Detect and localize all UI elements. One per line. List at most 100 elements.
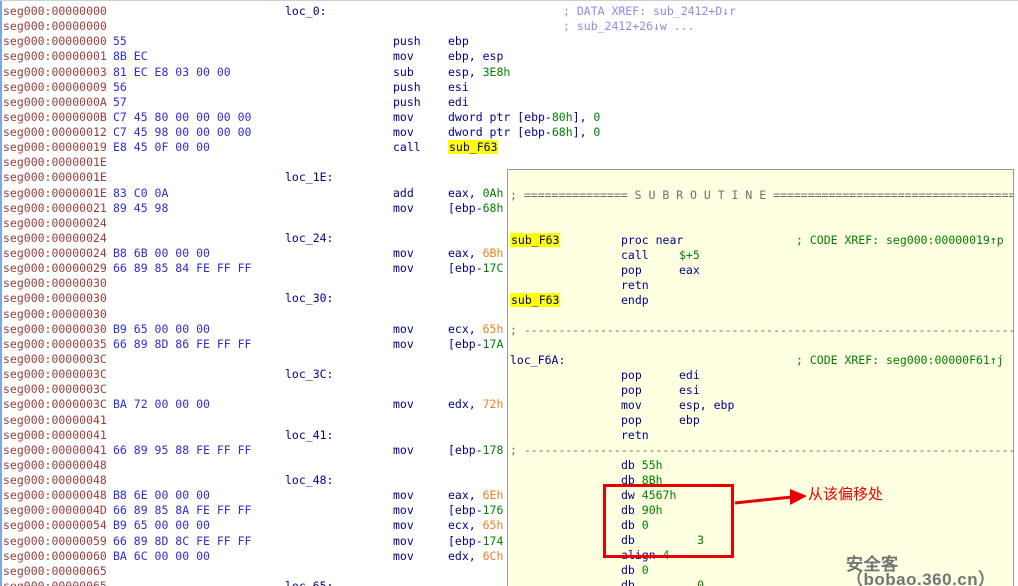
mnemonic: pop <box>621 263 642 278</box>
hint-row[interactable]: popesi <box>508 383 1013 398</box>
hint-row[interactable]: sub_F63proc near; CODE XREF: seg000:0000… <box>508 233 1013 248</box>
listing-row[interactable]: seg000:0000000956pushesi <box>0 80 1018 95</box>
operand-part: edi <box>679 368 700 382</box>
operands: eax, 6Bh <box>448 246 503 261</box>
bytes: BA 6C 00 00 00 <box>113 549 210 564</box>
address: seg000:00000019 <box>3 140 107 155</box>
operands: eax, 6Eh <box>448 488 503 503</box>
operand-part: esi <box>448 80 469 94</box>
hint-row[interactable] <box>508 218 1013 233</box>
address: seg000:00000059 <box>3 534 107 549</box>
operand-part: db <box>621 578 697 586</box>
listing-row[interactable]: seg000:00000012C7 45 98 00 00 00 00movdw… <box>0 125 1018 140</box>
annotation-box <box>603 484 734 558</box>
mnemonic: mov <box>393 337 414 352</box>
hint-row[interactable]: sub_F63endp <box>508 293 1013 308</box>
operand-part: esp, ebp <box>679 398 734 412</box>
operand-part: edx, <box>448 397 483 411</box>
operand-part: ebp <box>448 34 469 48</box>
address: seg000:00000030 <box>3 276 107 291</box>
operand-part: dword ptr [ebp- <box>448 110 552 124</box>
address: seg000:00000041 <box>3 413 107 428</box>
listing-row[interactable]: seg000:0000000055pushebp <box>0 34 1018 49</box>
data-directive: db 0 <box>621 578 704 586</box>
address: seg000:00000054 <box>3 518 107 533</box>
operand-part: 6Ch <box>483 549 504 563</box>
location-label: loc_65: <box>285 579 333 586</box>
address: seg000:0000001E <box>3 186 107 201</box>
hint-row[interactable]: mov esp, ebp <box>508 398 1013 413</box>
mnemonic: mov <box>393 534 414 549</box>
subroutine-label: sub_F63 <box>510 293 560 308</box>
hint-row[interactable]: popedi <box>508 368 1013 383</box>
mnemonic: sub <box>393 65 414 80</box>
operands: esi <box>679 383 700 398</box>
hint-row[interactable]: ; =============== S U B R O U T I N E ==… <box>508 188 1013 203</box>
listing-row[interactable]: seg000:0000001E <box>0 155 1018 170</box>
mnemonic: mov <box>393 518 414 533</box>
address: seg000:00000021 <box>3 201 107 216</box>
listing-row[interactable]: seg000:00000000; sub_2412+26↓w ... <box>0 19 1018 34</box>
operand-part: db <box>621 563 642 577</box>
operand-part: ebp, esp <box>448 49 503 63</box>
address: seg000:00000009 <box>3 80 107 95</box>
hint-row[interactable] <box>508 308 1013 323</box>
location-label: loc_41: <box>285 428 333 443</box>
listing-row[interactable]: seg000:0000000A57pushedi <box>0 95 1018 110</box>
bytes: 8B EC <box>113 49 148 64</box>
listing-row[interactable]: seg000:00000000loc_0:; DATA XREF: sub_24… <box>0 4 1018 19</box>
hint-row[interactable] <box>508 338 1013 353</box>
mnemonic: mov <box>621 398 642 413</box>
operand-part: [ebp- <box>448 261 483 275</box>
watermark: 安全客（bobao.360.cn） <box>846 557 1018 586</box>
hint-row[interactable]: ; --------------------------------------… <box>508 443 1013 458</box>
listing-row[interactable]: seg000:00000019E8 45 0F 00 00callsub_F63 <box>0 140 1018 155</box>
address: seg000:00000000 <box>3 34 107 49</box>
hint-row[interactable]: db 55h <box>508 458 1013 473</box>
operands: $+5 <box>679 248 700 263</box>
operands: esp, 3E8h <box>448 65 510 80</box>
address: seg000:00000012 <box>3 125 107 140</box>
operands: ecx, 65h <box>448 518 503 533</box>
hint-row[interactable]: retn <box>508 428 1013 443</box>
operand-part: ecx, <box>448 518 483 532</box>
hint-row[interactable]: ; --------------------------------------… <box>508 323 1013 338</box>
listing-row[interactable]: seg000:0000000BC7 45 80 00 00 00 00movdw… <box>0 110 1018 125</box>
address: seg000:00000065 <box>3 579 107 586</box>
xref-comment: ; CODE XREF: seg000:00000019↑p <box>796 233 1004 248</box>
data-directive: db 55h <box>621 458 663 473</box>
operand-part: 0 <box>593 125 600 139</box>
hint-row[interactable]: loc_F6A:; CODE XREF: seg000:00000F61↑j <box>508 353 1013 368</box>
operand-part: 65h <box>483 518 504 532</box>
address: seg000:00000000 <box>3 4 107 19</box>
xref-comment: ; sub_2412+26↓w ... <box>563 19 695 34</box>
operands: [ebp-178 <box>448 443 503 458</box>
hint-row[interactable]: db 0 <box>508 518 1013 533</box>
operands: [ebp-68h <box>448 201 503 216</box>
listing-row[interactable]: seg000:000000018B ECmovebp, esp <box>0 49 1018 64</box>
hint-row[interactable]: popebp <box>508 413 1013 428</box>
hint-row[interactable]: popeax <box>508 263 1013 278</box>
hint-row[interactable]: call$+5 <box>508 248 1013 263</box>
mnemonic: add <box>393 186 414 201</box>
address: seg000:00000041 <box>3 428 107 443</box>
bytes: B9 65 00 00 00 <box>113 518 210 533</box>
hint-row[interactable] <box>508 203 1013 218</box>
address: seg000:0000003C <box>3 352 107 367</box>
operand-part: [ebp- <box>448 443 483 457</box>
hint-row[interactable]: db 3 <box>508 533 1013 548</box>
address: seg000:0000000A <box>3 95 107 110</box>
operand-part: 174 <box>483 534 504 548</box>
address: seg000:00000030 <box>3 291 107 306</box>
operands: dword ptr [ebp-68h], 0 <box>448 125 600 140</box>
operand-part: 0Ah <box>483 186 504 200</box>
operand-part: 178 <box>483 443 504 457</box>
mnemonic: retn <box>621 278 649 293</box>
location-label: loc_48: <box>285 473 333 488</box>
address: seg000:00000048 <box>3 458 107 473</box>
bytes: 66 89 95 88 FE FF FF <box>113 443 251 458</box>
listing-row[interactable]: seg000:0000000381 EC E8 03 00 00subesp, … <box>0 65 1018 80</box>
mnemonic: push <box>393 80 421 95</box>
hint-row[interactable]: retn <box>508 278 1013 293</box>
address: seg000:0000003C <box>3 397 107 412</box>
